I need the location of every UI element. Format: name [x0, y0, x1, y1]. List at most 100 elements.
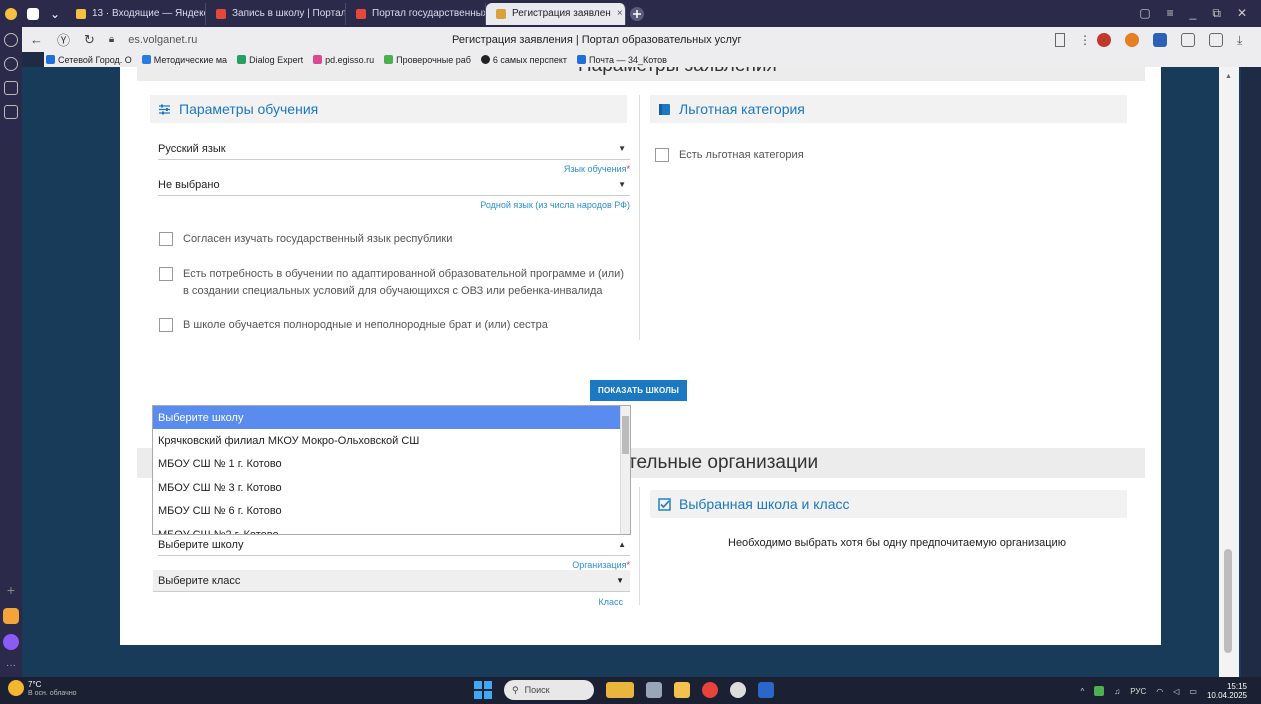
- explorer-icon[interactable]: [674, 682, 690, 698]
- history-icon[interactable]: [4, 33, 18, 47]
- minimize-icon[interactable]: _: [1190, 6, 1197, 21]
- bookmark-item[interactable]: Dialog Expert: [237, 55, 303, 65]
- restore-icon[interactable]: ⧉: [1212, 6, 1221, 21]
- browser-sidebar: + ···: [0, 27, 22, 677]
- yandex-icon[interactable]: Ⓨ: [57, 30, 70, 49]
- bookmark-icon[interactable]: [1055, 32, 1065, 47]
- extension-icon[interactable]: [1097, 32, 1111, 47]
- reader-icon[interactable]: [1209, 32, 1223, 47]
- app-icon[interactable]: [730, 682, 746, 698]
- checkbox[interactable]: [655, 148, 669, 162]
- bookmark-item[interactable]: Сетевой Город. О: [46, 55, 132, 65]
- show-schools-button[interactable]: ПОКАЗАТЬ ШКОЛЫ: [590, 380, 688, 401]
- select-value: Русский язык: [158, 142, 226, 155]
- weather-widget[interactable]: 7°C В осн. облачно: [8, 680, 77, 698]
- school-option[interactable]: Крячковский филиал МКОУ Мокро-Ольховской…: [153, 429, 630, 452]
- bookmark-label: Проверочные раб: [396, 54, 471, 65]
- tray-chevron-icon[interactable]: ^: [1080, 687, 1084, 696]
- tab-icon[interactable]: [4, 81, 18, 95]
- bookmark-label: Dialog Expert: [249, 54, 304, 65]
- select-value: Выберите класс: [158, 574, 241, 587]
- browser-logo-icon[interactable]: [0, 3, 22, 25]
- bookmark-favicon-icon: [313, 55, 323, 64]
- scroll-up-icon[interactable]: ▲: [1225, 73, 1232, 80]
- url-field[interactable]: es.volganet.ru: [128, 34, 197, 46]
- new-tab-icon[interactable]: [626, 3, 648, 25]
- native-language-hint: Родной язык (из числа народов РФ): [480, 200, 630, 210]
- chevron-down-icon[interactable]: ⌄: [44, 3, 66, 25]
- checkbox[interactable]: [159, 232, 173, 246]
- close-tab-icon[interactable]: ×: [617, 8, 623, 19]
- windows-start-icon[interactable]: [474, 681, 492, 699]
- school-option[interactable]: Выберите школу: [153, 406, 630, 430]
- wifi-icon[interactable]: ◠: [1156, 687, 1163, 696]
- bookmark-label: Методические ма: [153, 54, 228, 65]
- widgets-icon[interactable]: [606, 682, 634, 698]
- lang-indicator[interactable]: РУС: [1130, 687, 1146, 696]
- yandex-app-icon[interactable]: [3, 608, 19, 624]
- extension-icon[interactable]: [1153, 32, 1167, 47]
- bookmark-item[interactable]: Проверочные раб: [384, 55, 471, 65]
- extension-icon[interactable]: [1125, 32, 1139, 47]
- language-select[interactable]: Русский язык ▼: [158, 138, 630, 160]
- menu-icon[interactable]: ≡: [1167, 6, 1174, 21]
- battery-icon[interactable]: ▭: [1189, 687, 1197, 696]
- bookmark-item[interactable]: Методические ма: [141, 54, 228, 65]
- download-icon[interactable]: ⤓: [1237, 33, 1251, 47]
- lock-icon: 🔒︎: [108, 34, 115, 45]
- alice-icon[interactable]: [3, 634, 19, 650]
- tab-registration[interactable]: Регистрация заявлен ×: [486, 2, 626, 25]
- clock[interactable]: 15:15 10.04.2025: [1207, 682, 1247, 700]
- school-hint: Организация*: [572, 560, 630, 570]
- mic-icon[interactable]: ♫: [1114, 687, 1120, 696]
- tab-groups-icon[interactable]: [22, 3, 44, 25]
- dropdown-scroll-thumb[interactable]: [622, 416, 629, 454]
- class-select[interactable]: Выберите класс ▼: [153, 570, 630, 592]
- puzzle-icon[interactable]: [1181, 32, 1195, 47]
- word-icon[interactable]: [758, 682, 774, 698]
- school-option[interactable]: МБОУ СШ №2 г. Котово: [153, 523, 630, 534]
- checkbox-checked-icon: [658, 497, 671, 511]
- bookmark-item[interactable]: Почта — 34_Котов: [577, 55, 667, 65]
- collections-icon[interactable]: ▢: [1139, 6, 1150, 21]
- tab-gov-portal[interactable]: Портал государственных: [346, 2, 486, 25]
- back-icon[interactable]: ←: [30, 32, 43, 47]
- search-label: Поиск: [524, 685, 550, 695]
- school-option[interactable]: МБОУ СШ № 6 г. Котово: [153, 500, 630, 523]
- volume-icon[interactable]: ◁: [1173, 687, 1179, 696]
- add-icon[interactable]: +: [7, 582, 15, 598]
- tab-yandex-mail[interactable]: 13 · Входящие — Яндекс: [66, 2, 206, 25]
- checkbox[interactable]: [159, 318, 173, 332]
- select-value: Не выбрано: [158, 178, 220, 191]
- school-option[interactable]: МБОУ СШ № 3 г. Котово: [153, 476, 630, 499]
- check-siblings[interactable]: В школе обучается полнородные и неполнор…: [159, 317, 629, 334]
- taskbar-search[interactable]: ⚲ Поиск: [504, 680, 594, 700]
- close-icon[interactable]: ✕: [1237, 6, 1247, 21]
- check-state-language[interactable]: Согласен изучать государственный язык ре…: [159, 231, 629, 248]
- portal-icon: [496, 8, 506, 19]
- notes-icon[interactable]: [4, 105, 18, 119]
- task-view-icon[interactable]: [646, 682, 662, 698]
- native-language-select[interactable]: Не выбрано ▼: [158, 174, 630, 196]
- school-dropdown-list[interactable]: Выберите школу Крячковский филиал МКОУ М…: [152, 405, 631, 535]
- bookmark-item[interactable]: pd.egisso.ru: [313, 55, 374, 65]
- more-options-icon[interactable]: ⋮: [1079, 33, 1091, 47]
- scroll-thumb[interactable]: [1224, 549, 1232, 653]
- bookmark-item[interactable]: 6 самых перспект: [480, 55, 567, 65]
- check-privilege[interactable]: Есть льготная категория: [655, 147, 955, 164]
- reload-icon[interactable]: ↻: [84, 32, 95, 48]
- check-adapted-program[interactable]: Есть потребность в обучении по адаптиров…: [159, 266, 629, 300]
- more-icon[interactable]: ···: [6, 660, 16, 671]
- school-option[interactable]: МБОУ СШ № 1 г. Котово: [153, 453, 630, 476]
- dropdown-arrow-icon: ▲: [618, 540, 626, 549]
- play-icon[interactable]: [4, 57, 18, 71]
- tab-school-enroll[interactable]: Запись в школу | Портал: [206, 2, 346, 25]
- page-scrollbar[interactable]: ▲: [1219, 67, 1239, 677]
- tray-app-icon[interactable]: [1094, 686, 1105, 696]
- yandex-browser-icon[interactable]: [702, 682, 718, 698]
- school-select[interactable]: Выберите школу ▲: [158, 534, 630, 556]
- dropdown-scrollbar[interactable]: [620, 406, 630, 534]
- checkbox[interactable]: [159, 267, 173, 281]
- hint-text: Язык обучения: [563, 164, 627, 174]
- bookmark-favicon-icon: [577, 55, 587, 64]
